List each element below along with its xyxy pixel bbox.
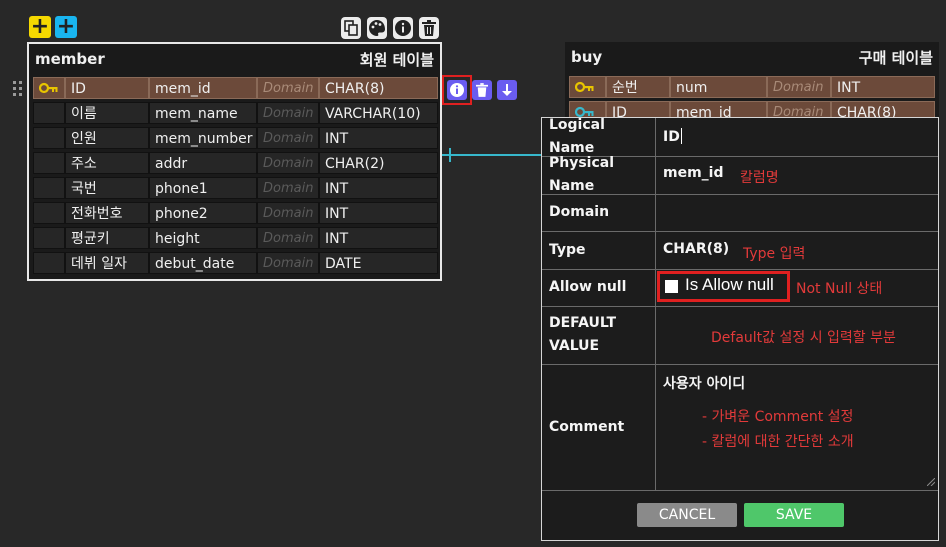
column-logical-name: ID — [65, 77, 149, 99]
allow-null-text: Is Allow null — [685, 275, 774, 294]
key-cell — [33, 202, 65, 224]
column-domain: Domain — [257, 202, 319, 224]
table-row[interactable]: 주소 addr Domain CHAR(2) — [33, 152, 438, 174]
table-row[interactable]: 이름 mem_name Domain VARCHAR(10) — [33, 102, 438, 124]
info-icon[interactable] — [393, 17, 413, 39]
table-row[interactable]: 전화번호 phone2 Domain INT — [33, 202, 438, 224]
column-logical-name: 주소 — [65, 152, 149, 174]
member-table[interactable]: member 회원 테이블 ID mem_id Domain CHAR(8) 이름 mem… — [27, 42, 442, 281]
column-domain: Domain — [257, 177, 319, 199]
column-logical-name: 데뷔 일자 — [65, 252, 149, 274]
column-type: INT — [319, 202, 438, 224]
cancel-button[interactable]: CANCEL — [637, 503, 737, 527]
column-domain: Domain — [257, 227, 319, 249]
column-logical-name: 순번 — [606, 76, 670, 98]
column-type: INT — [831, 76, 935, 98]
palette-icon[interactable] — [367, 17, 387, 39]
logical-name-label: Logical Name — [542, 117, 656, 156]
column-type: INT — [319, 127, 438, 149]
column-domain: Domain — [257, 252, 319, 274]
text-cursor — [680, 128, 682, 144]
table-comment: 회원 테이블 — [359, 50, 434, 69]
physical-name-label: Physical Name — [542, 155, 656, 194]
column-logical-name: 전화번호 — [65, 202, 149, 224]
allow-null-label: Allow null — [542, 269, 656, 306]
save-button[interactable]: SAVE — [744, 503, 844, 527]
comment-value: 사용자 아이디 — [663, 376, 746, 392]
table-row[interactable]: 국번 phone1 Domain INT — [33, 177, 438, 199]
column-move-down-button[interactable] — [497, 80, 517, 100]
column-logical-name: 평균키 — [65, 227, 149, 249]
table-name: member — [35, 50, 105, 68]
column-domain: Domain — [257, 77, 319, 99]
column-type: INT — [319, 177, 438, 199]
default-value-label-line2: VALUE — [549, 338, 600, 354]
resize-handle-icon[interactable] — [927, 478, 935, 486]
allow-null-checkbox[interactable] — [665, 280, 678, 293]
drag-handle-icon[interactable] — [12, 80, 24, 98]
column-physical-name: num — [670, 76, 767, 98]
column-info-button[interactable] — [447, 80, 467, 100]
table-row[interactable]: 데뷔 일자 debut_date Domain DATE — [33, 252, 438, 274]
default-value-label-line1: DEFAULT — [549, 315, 617, 331]
column-domain: Domain — [257, 152, 319, 174]
key-cell — [33, 102, 65, 124]
table-name: buy — [571, 48, 603, 66]
key-cell — [33, 152, 65, 174]
column-type: DATE — [319, 252, 438, 274]
add-memo-button[interactable]: + — [55, 16, 77, 38]
add-table-button[interactable]: + — [29, 16, 51, 38]
key-cell — [33, 127, 65, 149]
key-cell — [33, 252, 65, 274]
column-logical-name: 이름 — [65, 102, 149, 124]
column-physical-name: height — [149, 227, 257, 249]
column-physical-name: mem_id — [149, 77, 257, 99]
physical-name-input[interactable]: mem_id — [663, 165, 724, 181]
copy-icon[interactable] — [341, 17, 361, 39]
column-domain: Domain — [767, 76, 831, 98]
column-physical-name: phone2 — [149, 202, 257, 224]
default-value-note: Default값 설정 시 입력할 부분 — [711, 330, 896, 346]
trash-icon[interactable] — [419, 17, 439, 39]
table-row[interactable]: 평균키 height Domain INT — [33, 227, 438, 249]
table-comment: 구매 테이블 — [858, 48, 933, 67]
comment-label: Comment — [542, 364, 656, 490]
type-note: Type 입력 — [743, 246, 806, 262]
key-cell — [33, 177, 65, 199]
column-physical-name: mem_number — [149, 127, 257, 149]
column-physical-name: debut_date — [149, 252, 257, 274]
type-input[interactable]: CHAR(8) — [663, 241, 729, 257]
relationship-marker — [449, 148, 451, 162]
comment-note-1: - 가벼운 Comment 설정 — [702, 409, 854, 425]
column-physical-name: addr — [149, 152, 257, 174]
domain-label: Domain — [542, 194, 656, 231]
column-type: VARCHAR(10) — [319, 102, 438, 124]
comment-textarea[interactable]: 사용자 아이디 - 가벼운 Comment 설정 - 칼럼에 대한 간단한 소개 — [657, 364, 938, 489]
column-type: CHAR(8) — [319, 77, 438, 99]
table-row[interactable]: ID mem_id Domain CHAR(8) — [33, 77, 438, 99]
column-physical-name: phone1 — [149, 177, 257, 199]
allow-null-note: Not Null 상태 — [796, 281, 883, 297]
column-physical-name: mem_name — [149, 102, 257, 124]
column-delete-button[interactable] — [472, 80, 492, 100]
type-label: Type — [542, 231, 656, 269]
comment-note-2: - 칼럼에 대한 간단한 소개 — [702, 434, 854, 450]
column-domain: Domain — [257, 102, 319, 124]
column-logical-name: 국번 — [65, 177, 149, 199]
column-type: INT — [319, 227, 438, 249]
column-domain: Domain — [257, 127, 319, 149]
key-cell — [33, 227, 65, 249]
primary-key-icon — [569, 76, 606, 98]
table-row[interactable]: 인원 mem_number Domain INT — [33, 127, 438, 149]
table-row[interactable]: 순번 num Domain INT — [569, 76, 935, 98]
column-logical-name: 인원 — [65, 127, 149, 149]
column-properties-panel: Logical Name ID Physical Name mem_id 칼럼명… — [541, 117, 939, 541]
logical-name-input[interactable]: ID — [663, 128, 682, 145]
primary-key-icon — [33, 77, 65, 99]
column-type: CHAR(2) — [319, 152, 438, 174]
physical-name-note: 칼럼명 — [740, 170, 779, 186]
